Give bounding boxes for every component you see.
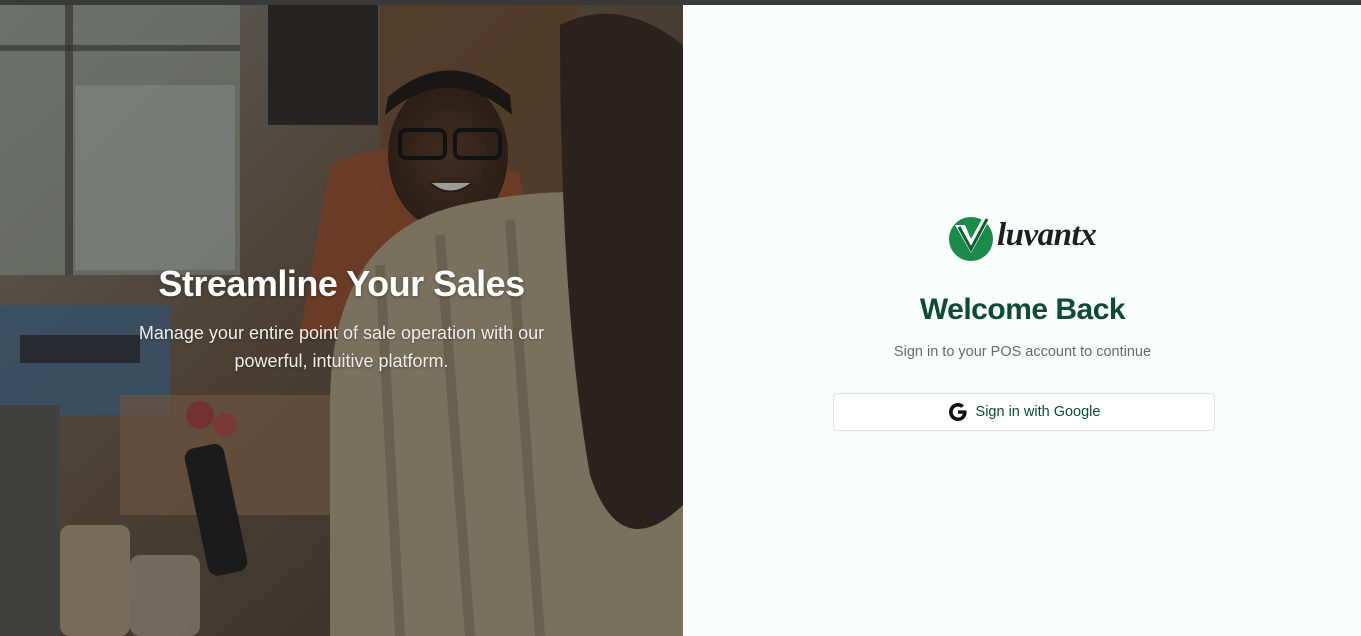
hero-title: Streamline Your Sales bbox=[158, 263, 525, 304]
hero-subtitle: Manage your entire point of sale operati… bbox=[138, 323, 545, 371]
google-g-icon bbox=[948, 403, 967, 421]
brand-logo: luvantx bbox=[947, 211, 1107, 261]
login-panel: luvantx Welcome Back Sign in to your POS… bbox=[683, 5, 1361, 636]
google-sign-in-button[interactable]: Sign in with Google bbox=[833, 393, 1215, 431]
brand-logo-mark-icon bbox=[949, 217, 993, 261]
welcome-subtitle: Sign in to your POS account to continue bbox=[893, 344, 1152, 360]
google-sign-in-label: Sign in with Google bbox=[975, 404, 1101, 420]
welcome-title: Welcome Back bbox=[919, 293, 1126, 326]
hero-panel: Streamline Your Sales Manage your entire… bbox=[0, 5, 683, 636]
hero-text-block: Streamline Your Sales Manage your entire… bbox=[0, 263, 683, 375]
brand-logo-wordmark: luvantx bbox=[997, 217, 1097, 253]
